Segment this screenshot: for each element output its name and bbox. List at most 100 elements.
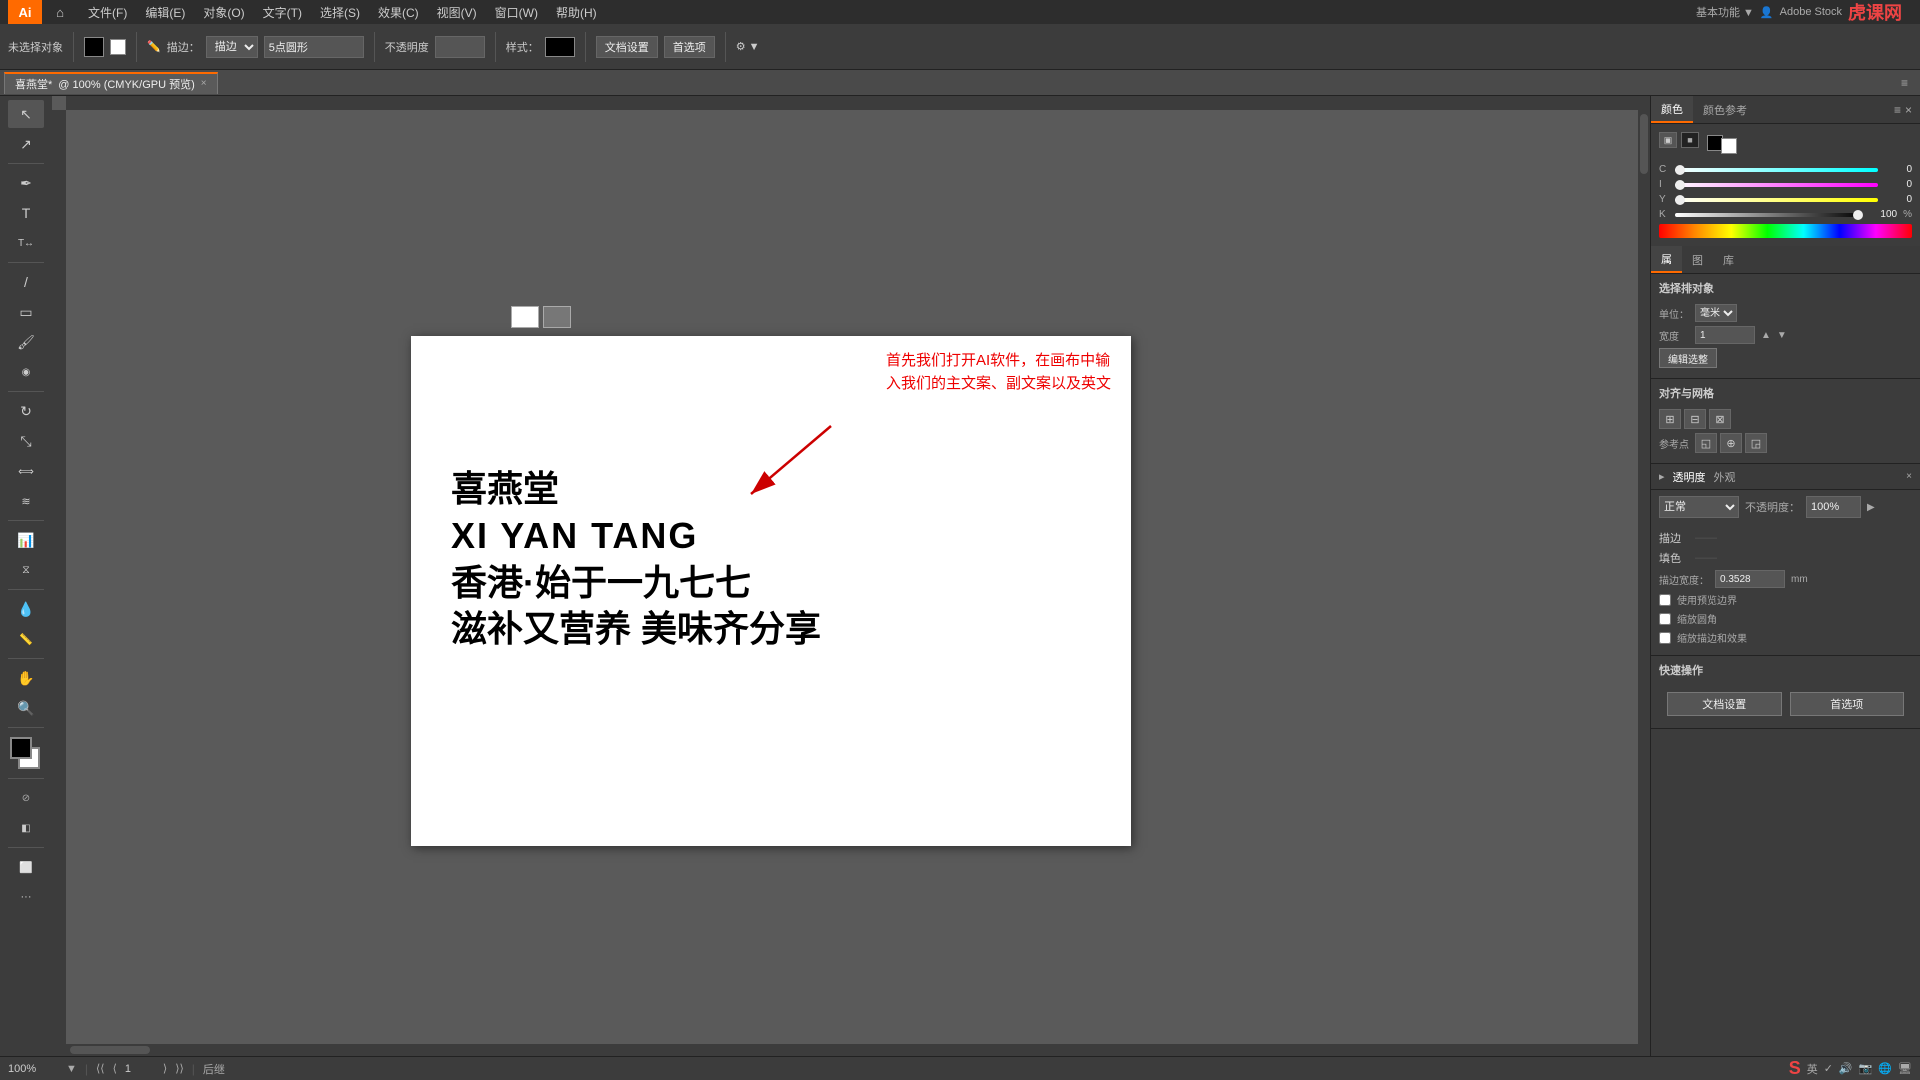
color-tab[interactable]: 颜色 bbox=[1651, 96, 1693, 123]
m-slider[interactable] bbox=[1675, 183, 1878, 187]
tray-icon-3[interactable]: ✓ bbox=[1824, 1062, 1833, 1075]
width-input[interactable]: 1 bbox=[1695, 326, 1755, 344]
y-slider[interactable] bbox=[1675, 198, 1878, 202]
opacity-input[interactable]: 100 bbox=[435, 36, 485, 58]
menu-effect[interactable]: 效果(C) bbox=[370, 2, 427, 23]
points-input[interactable] bbox=[264, 36, 364, 58]
style-color-box[interactable] bbox=[545, 37, 575, 57]
align-left[interactable]: ⊞ bbox=[1659, 409, 1681, 429]
scale-stroke-cb[interactable] bbox=[1659, 632, 1671, 644]
stepper-down[interactable]: ▼ bbox=[1777, 330, 1787, 341]
library-tab[interactable]: 库 bbox=[1713, 246, 1744, 273]
tool-fill-stroke[interactable]: ◧ bbox=[8, 814, 44, 842]
tool-direct-select[interactable]: ↗ bbox=[8, 130, 44, 158]
menu-view[interactable]: 视图(V) bbox=[429, 2, 485, 23]
vscrollbar[interactable] bbox=[1640, 114, 1648, 174]
edit-all-btn[interactable]: 编辑选整 bbox=[1659, 348, 1717, 368]
tool-brush[interactable]: 🖌 bbox=[8, 328, 44, 356]
opacity-expand[interactable]: ▶ bbox=[1867, 502, 1875, 513]
tool-pen[interactable]: ✒ bbox=[8, 169, 44, 197]
tool-select[interactable]: ↖ bbox=[8, 100, 44, 128]
tab-close-btn[interactable]: × bbox=[201, 78, 207, 89]
user-icon[interactable]: 👤 bbox=[1760, 6, 1774, 19]
tool-rect[interactable]: ▭ bbox=[8, 298, 44, 326]
nav-last[interactable]: ⟩⟩ bbox=[175, 1062, 184, 1075]
fill-color-box[interactable] bbox=[84, 37, 104, 57]
menu-file[interactable]: 文件(F) bbox=[80, 2, 135, 23]
menu-object[interactable]: 对象(O) bbox=[195, 2, 252, 23]
ref-tl[interactable]: ◱ bbox=[1695, 433, 1717, 453]
c-slider[interactable] bbox=[1675, 168, 1878, 172]
tool-none[interactable]: ⊘ bbox=[8, 784, 44, 812]
menu-edit[interactable]: 编辑(E) bbox=[137, 2, 193, 23]
color-icon-2[interactable]: ■ bbox=[1681, 132, 1699, 148]
stepper-up[interactable]: ▲ bbox=[1761, 330, 1771, 341]
appearance-tab[interactable]: 外观 bbox=[1714, 469, 1736, 485]
doc-settings-btn[interactable]: 文档设置 bbox=[596, 36, 658, 58]
tool-line[interactable]: / bbox=[8, 268, 44, 296]
tool-mode-select[interactable]: 描边 bbox=[206, 36, 258, 58]
adobe-stock-link[interactable]: Adobe Stock bbox=[1780, 6, 1842, 18]
menu-window[interactable]: 窗口(W) bbox=[487, 2, 546, 23]
tool-blob-brush[interactable]: ◉ bbox=[8, 358, 44, 386]
trans-tab[interactable]: 透明度 bbox=[1673, 469, 1706, 485]
tool-zoom[interactable]: 🔍 bbox=[8, 694, 44, 722]
align-right[interactable]: ⊠ bbox=[1709, 409, 1731, 429]
tool-eyedropper[interactable]: 💧 bbox=[8, 595, 44, 623]
tray-icon-2[interactable]: 英 bbox=[1807, 1061, 1818, 1077]
zoom-input[interactable] bbox=[8, 1063, 58, 1075]
color-panel-expand[interactable]: ≡ bbox=[1894, 103, 1901, 117]
active-tab[interactable]: 喜燕堂* @ 100% (CMYK/GPU 预览) × bbox=[4, 72, 218, 94]
tray-icon-6[interactable]: 🌐 bbox=[1878, 1062, 1892, 1075]
extra-options[interactable]: ⚙ ▼ bbox=[736, 40, 760, 53]
stroke-color-box[interactable] bbox=[110, 39, 126, 55]
stroke-width-input[interactable]: 0.3528 bbox=[1715, 570, 1785, 588]
tab-collapse[interactable]: ≡ bbox=[1893, 76, 1916, 90]
tool-blend[interactable]: ⧖ bbox=[8, 556, 44, 584]
menu-text[interactable]: 文字(T) bbox=[255, 2, 310, 23]
tool-graph[interactable]: 📊 bbox=[8, 526, 44, 554]
props-tab[interactable]: 属 bbox=[1651, 246, 1682, 273]
workspace-selector[interactable]: 基本功能 ▼ bbox=[1696, 4, 1754, 20]
preview-bounds-cb[interactable] bbox=[1659, 594, 1671, 606]
tool-width[interactable]: ⟺ bbox=[8, 457, 44, 485]
scale-corners-cb[interactable] bbox=[1659, 613, 1671, 625]
align-center-h[interactable]: ⊟ bbox=[1684, 409, 1706, 429]
qa-doc-settings[interactable]: 文档设置 bbox=[1667, 692, 1782, 716]
color-blocks[interactable] bbox=[8, 737, 44, 773]
fg-color[interactable] bbox=[10, 737, 32, 759]
page-input[interactable] bbox=[125, 1063, 155, 1075]
preferences-btn[interactable]: 首选项 bbox=[664, 36, 715, 58]
color-ref-tab[interactable]: 颜色参考 bbox=[1693, 96, 1757, 123]
qa-prefs[interactable]: 首选项 bbox=[1790, 692, 1905, 716]
tool-more[interactable]: ··· bbox=[8, 883, 44, 911]
hscrollbar[interactable] bbox=[70, 1046, 150, 1054]
nav-next[interactable]: ⟩ bbox=[163, 1062, 167, 1075]
tool-rotate[interactable]: ↻ bbox=[8, 397, 44, 425]
blend-mode-select[interactable]: 正常 bbox=[1659, 496, 1739, 518]
k-slider[interactable] bbox=[1675, 213, 1863, 217]
tool-hand[interactable]: ✋ bbox=[8, 664, 44, 692]
tray-icon-5[interactable]: 📷 bbox=[1859, 1062, 1873, 1075]
tool-measure[interactable]: 📏 bbox=[8, 625, 44, 653]
tool-screen-mode[interactable]: ⬜ bbox=[8, 853, 44, 881]
color-panel-close[interactable]: × bbox=[1905, 103, 1912, 117]
tray-icon-7[interactable]: 🖥 bbox=[1898, 1062, 1912, 1075]
tool-touch-type[interactable]: T↔ bbox=[8, 229, 44, 257]
home-icon[interactable]: ⌂ bbox=[50, 2, 70, 22]
menu-help[interactable]: 帮助(H) bbox=[548, 2, 605, 23]
ref-tr[interactable]: ◲ bbox=[1745, 433, 1767, 453]
bg-swatch[interactable] bbox=[1721, 138, 1737, 154]
tool-scale[interactable]: ⤡ bbox=[8, 427, 44, 455]
tool-type[interactable]: T bbox=[8, 199, 44, 227]
layers-tab[interactable]: 图 bbox=[1682, 246, 1713, 273]
ref-tc[interactable]: ⊕ bbox=[1720, 433, 1742, 453]
trans-close[interactable]: × bbox=[1906, 471, 1912, 482]
unit-select[interactable]: 毫米 bbox=[1695, 304, 1737, 322]
opacity-value-trans[interactable] bbox=[1806, 496, 1861, 518]
color-icon-1[interactable]: ▣ bbox=[1659, 132, 1677, 148]
color-spectrum[interactable] bbox=[1659, 224, 1912, 238]
trans-expand-icon[interactable]: ▸ bbox=[1659, 470, 1665, 483]
nav-prev[interactable]: ⟨ bbox=[113, 1062, 117, 1075]
menu-select[interactable]: 选择(S) bbox=[312, 2, 368, 23]
